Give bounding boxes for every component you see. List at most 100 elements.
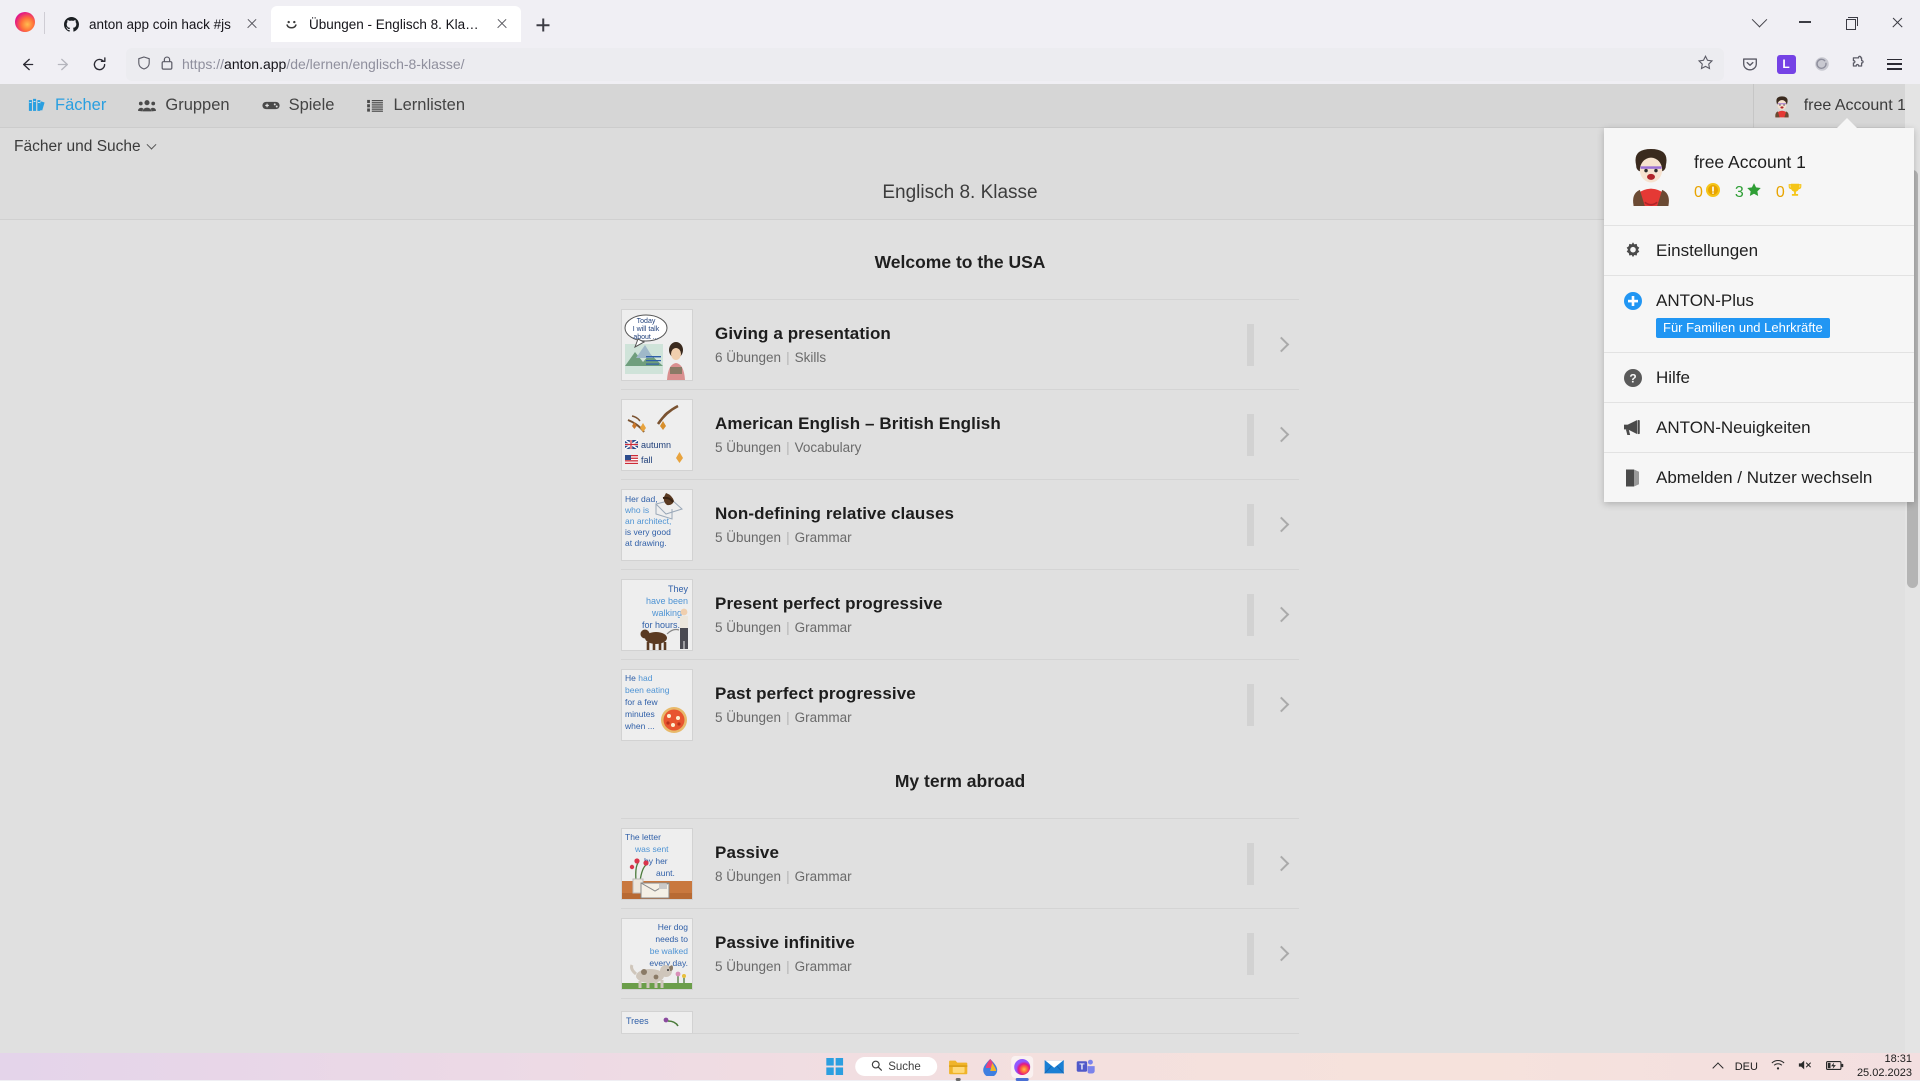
anton-smiley-icon xyxy=(283,16,300,33)
teams-icon[interactable]: T xyxy=(1075,1056,1097,1078)
close-icon[interactable] xyxy=(243,15,261,33)
svg-text:been eating: been eating xyxy=(625,685,670,695)
browser-tab-2[interactable]: Übungen - Englisch 8. Klasse xyxy=(271,6,521,42)
list-item[interactable]: Her dog needs to be walked every day. xyxy=(621,908,1299,998)
star-stat: 3 xyxy=(1735,182,1762,203)
nav-item-lernlisten[interactable]: Lernlisten xyxy=(350,84,481,128)
chevron-down-icon xyxy=(146,139,156,149)
back-arrow-icon[interactable] xyxy=(10,48,44,80)
lesson-title: Passive xyxy=(715,843,1247,863)
menu-item-anton-neuigkeiten[interactable]: ANTON-Neuigkeiten xyxy=(1604,402,1914,452)
extension-puzzle-icon[interactable] xyxy=(1842,48,1874,80)
chevron-right-icon[interactable] xyxy=(1274,856,1290,872)
list-item[interactable]: Today I will talk about ... Giving a pre… xyxy=(621,299,1299,389)
svg-text:for hours.: for hours. xyxy=(642,620,680,630)
menu-item-abmelden[interactable]: Abmelden / Nutzer wechseln xyxy=(1604,452,1914,502)
lock-icon[interactable] xyxy=(160,55,174,74)
tab-separator xyxy=(44,12,45,34)
minimize-icon[interactable] xyxy=(1782,0,1828,44)
taskbar-clock[interactable]: 18:31 25.02.2023 xyxy=(1857,1053,1912,1080)
account-menu-button[interactable]: free Account 1 xyxy=(1753,84,1906,128)
list-item-text: Past perfect progressive 5 Übungen|Gramm… xyxy=(693,684,1247,725)
megaphone-icon xyxy=(1622,417,1643,438)
clock-date: 25.02.2023 xyxy=(1857,1067,1912,1080)
flags-autumn-thumb: autumn fall xyxy=(621,399,693,471)
svg-text:who is: who is xyxy=(624,505,649,515)
svg-text:at drawing.: at drawing. xyxy=(625,538,667,548)
file-explorer-icon[interactable] xyxy=(947,1056,969,1078)
section-title: Welcome to the USA xyxy=(621,230,1299,299)
list-item[interactable]: They have been walking for hours. xyxy=(621,569,1299,659)
lesson-meta: 5 Übungen|Grammar xyxy=(715,620,1247,635)
url-address-bar[interactable]: https://anton.app/de/lernen/englisch-8-k… xyxy=(126,48,1724,81)
list-item-text: Non-defining relative clauses 5 Übungen|… xyxy=(693,504,1247,545)
show-hidden-icons-caret[interactable] xyxy=(1712,1062,1723,1073)
reload-icon[interactable] xyxy=(82,48,116,80)
menu-item-hilfe[interactable]: ? Hilfe xyxy=(1604,352,1914,402)
nav-item-faecher[interactable]: Fächer xyxy=(12,84,122,128)
paint-icon[interactable] xyxy=(979,1056,1001,1078)
svg-text:walking: walking xyxy=(651,608,682,618)
svg-text:for a few: for a few xyxy=(625,697,658,707)
wifi-icon[interactable] xyxy=(1771,1059,1785,1074)
list-icon xyxy=(366,98,384,114)
eating-thumb: He had been eating for a few minutes whe… xyxy=(621,669,693,741)
menu-item-label: Hilfe xyxy=(1656,368,1690,388)
svg-text:They: They xyxy=(668,584,689,594)
menu-item-anton-plus[interactable]: ANTON-Plus Für Familien und Lehrkräfte xyxy=(1604,275,1914,352)
close-icon[interactable] xyxy=(493,15,511,33)
start-windows-icon[interactable] xyxy=(823,1056,845,1078)
bookmark-star-icon[interactable] xyxy=(1697,54,1714,74)
list-item-text: American English – British English 5 Übu… xyxy=(693,414,1247,455)
volume-muted-icon[interactable] xyxy=(1798,1059,1813,1074)
svg-text:autumn: autumn xyxy=(641,440,671,450)
exercise-count: 5 Übungen xyxy=(715,620,781,635)
list-item[interactable]: Her dad, who is an architect, is very go… xyxy=(621,479,1299,569)
tab-list-chevron-icon[interactable] xyxy=(1736,0,1782,44)
chevron-right-icon[interactable] xyxy=(1274,427,1290,443)
list-item[interactable]: Trees xyxy=(621,998,1299,1034)
avatar xyxy=(1770,94,1794,118)
taskbar-apps: Suche T xyxy=(823,1056,1097,1078)
list-item[interactable]: The letter was sent by her aunt. xyxy=(621,818,1299,908)
forward-arrow-icon[interactable] xyxy=(46,48,80,80)
maximize-icon[interactable] xyxy=(1828,0,1874,44)
firefox-icon[interactable] xyxy=(1011,1056,1033,1078)
menu-item-einstellungen[interactable]: Einstellungen xyxy=(1604,225,1914,275)
shield-icon[interactable] xyxy=(136,55,152,74)
nav-item-spiele[interactable]: Spiele xyxy=(246,84,351,128)
coin-icon xyxy=(1705,182,1721,203)
taskbar-search-box[interactable]: Suche xyxy=(855,1057,937,1076)
exercise-count: 8 Übungen xyxy=(715,869,781,884)
pocket-icon[interactable] xyxy=(1734,48,1766,80)
extension-l-icon[interactable]: L xyxy=(1770,48,1802,80)
chevron-right-icon[interactable] xyxy=(1274,946,1290,962)
list-item[interactable]: He had been eating for a few minutes whe… xyxy=(621,659,1299,749)
svg-text:have been: have been xyxy=(646,596,688,606)
list-item[interactable]: autumn fall American English – British E… xyxy=(621,389,1299,479)
hamburger-menu-icon[interactable] xyxy=(1878,48,1910,80)
progress-indicator xyxy=(1247,843,1254,885)
list-item-text: Present perfect progressive 5 Übungen|Gr… xyxy=(693,594,1247,635)
section-title: My term abroad xyxy=(621,749,1299,818)
star-value: 3 xyxy=(1735,184,1744,202)
browser-tab-1[interactable]: anton app coin hack #js xyxy=(51,6,271,42)
chevron-right-icon[interactable] xyxy=(1274,337,1290,353)
browser-toolbar-icons: L xyxy=(1734,48,1910,80)
language-indicator[interactable]: DEU xyxy=(1735,1061,1758,1073)
chevron-right-icon[interactable] xyxy=(1274,607,1290,623)
svg-text:needs to: needs to xyxy=(655,934,688,944)
chevron-right-icon[interactable] xyxy=(1274,517,1290,533)
mail-icon[interactable] xyxy=(1043,1056,1065,1078)
progress-indicator xyxy=(1247,504,1254,546)
close-icon[interactable] xyxy=(1874,0,1920,44)
windows-taskbar: Suche T DEU 18:31 25.02.202 xyxy=(0,1053,1920,1080)
svg-text:Trees: Trees xyxy=(626,1016,649,1026)
new-tab-button[interactable] xyxy=(527,9,559,41)
github-icon xyxy=(63,16,80,33)
battery-charging-icon[interactable] xyxy=(1826,1060,1844,1074)
container-icon[interactable] xyxy=(1806,48,1838,80)
chevron-right-icon[interactable] xyxy=(1274,697,1290,713)
lesson-list: Welcome to the USA xyxy=(621,230,1299,1034)
nav-item-gruppen[interactable]: Gruppen xyxy=(122,84,245,128)
